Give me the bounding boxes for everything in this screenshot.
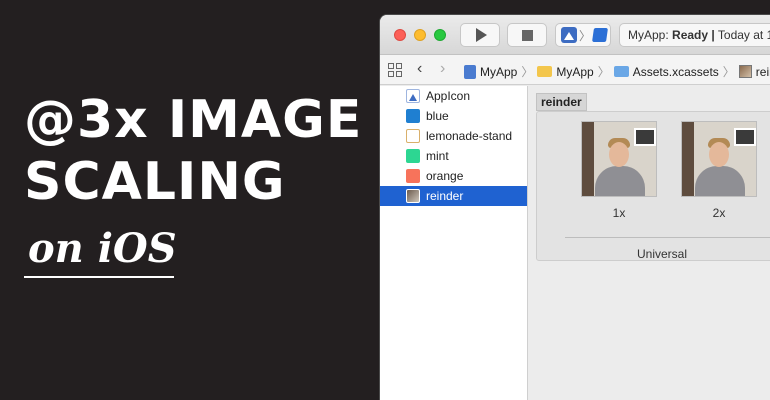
- activity-status: MyApp: Ready | Today at 1: [619, 23, 770, 47]
- asset-editor: reinder 1x 2x Universal: [528, 86, 770, 400]
- asset-label: mint: [426, 149, 449, 163]
- image-thumbnail-icon: [406, 189, 420, 203]
- device-group-label: Universal: [636, 247, 687, 261]
- breadcrumb-label: reind: [755, 64, 770, 79]
- slot-scale-label: 2x: [712, 206, 726, 220]
- portrait-image: [681, 121, 757, 197]
- chevron-right-icon: 〉: [579, 28, 592, 43]
- image-set-icon: [738, 65, 752, 78]
- headline-line-1: @3x IMAGE: [24, 90, 363, 150]
- image-slot-1x[interactable]: 1x: [581, 121, 657, 220]
- image-set-well: 1x 2x Universal: [536, 111, 770, 261]
- scheme-selector[interactable]: 〉: [555, 23, 611, 47]
- image-set-name: reinder: [536, 93, 587, 111]
- slot-scale-label: 1x: [612, 206, 626, 220]
- device-icon: [592, 28, 608, 42]
- breadcrumb: MyApp 〉 MyApp 〉 Assets.xcassets 〉 reind: [464, 63, 770, 80]
- app-scheme-icon: [561, 27, 577, 43]
- breadcrumb-label: MyApp: [556, 64, 594, 79]
- breadcrumb-assets[interactable]: Assets.xcassets: [613, 64, 719, 79]
- asset-item-reinder[interactable]: reinder: [380, 186, 527, 206]
- asset-label: reinder: [426, 189, 464, 203]
- image-thumbnail-icon: [406, 129, 420, 143]
- asset-item-blue[interactable]: blue: [380, 106, 527, 126]
- subtitle-text: on iOS: [28, 225, 177, 272]
- minimize-window-button[interactable]: [414, 29, 426, 41]
- breadcrumb-imageset[interactable]: reind: [738, 64, 770, 79]
- image-slot-2x[interactable]: 2x: [681, 121, 757, 220]
- breadcrumb-group[interactable]: MyApp: [537, 64, 594, 79]
- headline-subtitle: on iOS: [24, 226, 181, 278]
- run-button[interactable]: [460, 23, 500, 47]
- asset-label: lemonade-stand: [426, 129, 513, 143]
- breadcrumb-label: Assets.xcassets: [632, 64, 719, 79]
- color-swatch-icon: [406, 149, 420, 163]
- stop-icon: [521, 29, 533, 41]
- stop-button[interactable]: [507, 23, 547, 47]
- related-items-icon[interactable]: [388, 63, 402, 77]
- asset-item-lemonade-stand[interactable]: lemonade-stand: [380, 126, 527, 146]
- breadcrumb-project[interactable]: MyApp: [464, 64, 518, 79]
- app-icon-icon: [406, 89, 420, 103]
- xcode-project-icon: [464, 64, 476, 79]
- close-window-button[interactable]: [394, 29, 406, 41]
- status-app: MyApp:: [628, 28, 669, 42]
- blue-folder-icon: [613, 66, 629, 77]
- asset-label: AppIcon: [426, 89, 471, 103]
- headline-line-2: SCALING: [24, 152, 286, 212]
- jump-bar: ‹ › MyApp 〉 MyApp 〉 Assets.xcassets 〉 re…: [380, 55, 770, 85]
- chevron-right-icon: 〉: [597, 65, 610, 79]
- subtitle-underline: [24, 276, 174, 278]
- zoom-window-button[interactable]: [434, 29, 446, 41]
- status-time: Today at 1: [717, 28, 770, 42]
- asset-navigator: AppIcon blue lemonade-stand mint orange …: [380, 86, 528, 400]
- breadcrumb-label: MyApp: [480, 64, 518, 79]
- color-swatch-icon: [406, 109, 420, 123]
- asset-item-mint[interactable]: mint: [380, 146, 527, 166]
- headline: @3x IMAGE SCALING on iOS: [24, 90, 362, 278]
- asset-item-appicon[interactable]: AppIcon: [380, 86, 527, 106]
- portrait-image: [581, 121, 657, 197]
- asset-label: orange: [426, 169, 464, 183]
- status-separator: |: [711, 28, 715, 42]
- asset-item-orange[interactable]: orange: [380, 166, 527, 186]
- color-swatch-icon: [406, 169, 420, 183]
- xcode-window: 〉 MyApp: Ready | Today at 1 ‹ › MyApp 〉 …: [380, 15, 770, 400]
- status-state: Ready: [672, 28, 709, 42]
- chevron-right-icon: 〉: [722, 65, 735, 79]
- toolbar: 〉 MyApp: Ready | Today at 1: [380, 15, 770, 55]
- chevron-right-icon: 〉: [521, 65, 534, 79]
- divider: [565, 237, 770, 238]
- asset-label: blue: [426, 109, 449, 123]
- back-arrow-icon[interactable]: ‹: [417, 60, 422, 78]
- forward-arrow-icon[interactable]: ›: [440, 60, 445, 78]
- play-icon: [476, 28, 487, 42]
- yellow-folder-icon: [537, 66, 553, 77]
